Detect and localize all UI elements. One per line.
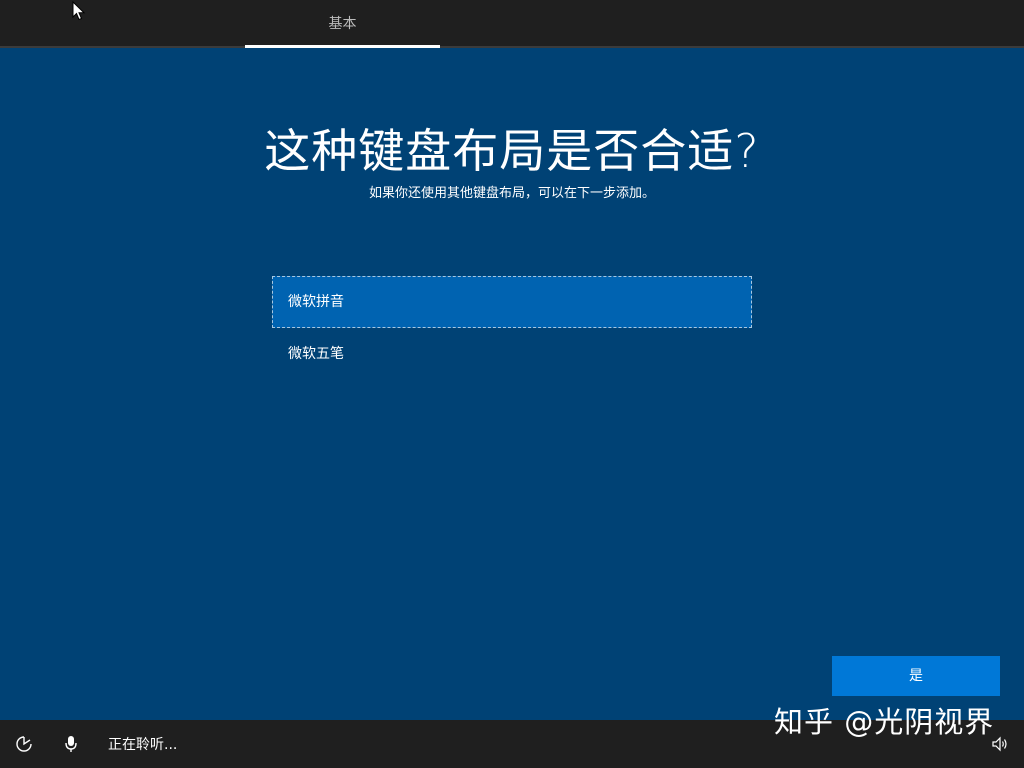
top-bar <box>0 0 1024 46</box>
step-tab-basics: 基本 <box>328 16 357 32</box>
oobe-screen: 基本 这种键盘布局是否合适? 如果你还使用其他键盘布局，可以在下一步添加。 微软… <box>0 0 1024 768</box>
step-tab-underline <box>245 45 440 48</box>
microphone-icon[interactable] <box>61 734 81 754</box>
page-subtitle: 如果你还使用其他键盘布局，可以在下一步添加。 <box>368 186 655 201</box>
mouse-pointer-icon <box>72 1 86 21</box>
volume-icon[interactable] <box>990 734 1010 754</box>
listening-status: 正在聆听... <box>108 737 178 753</box>
page-title: 这种键盘布局是否合适? <box>264 124 760 178</box>
top-bar-divider <box>0 46 1024 48</box>
layout-option-microsoft-wubi[interactable]: 微软五笔 <box>272 328 752 380</box>
ease-of-access-icon[interactable] <box>14 734 34 754</box>
layout-option-microsoft-pinyin[interactable]: 微软拼音 <box>272 276 752 328</box>
yes-button[interactable]: 是 <box>832 656 1000 696</box>
watermark-text: 知乎 @光阴视界 <box>774 705 995 739</box>
keyboard-layout-list: 微软拼音 微软五笔 <box>272 276 752 380</box>
